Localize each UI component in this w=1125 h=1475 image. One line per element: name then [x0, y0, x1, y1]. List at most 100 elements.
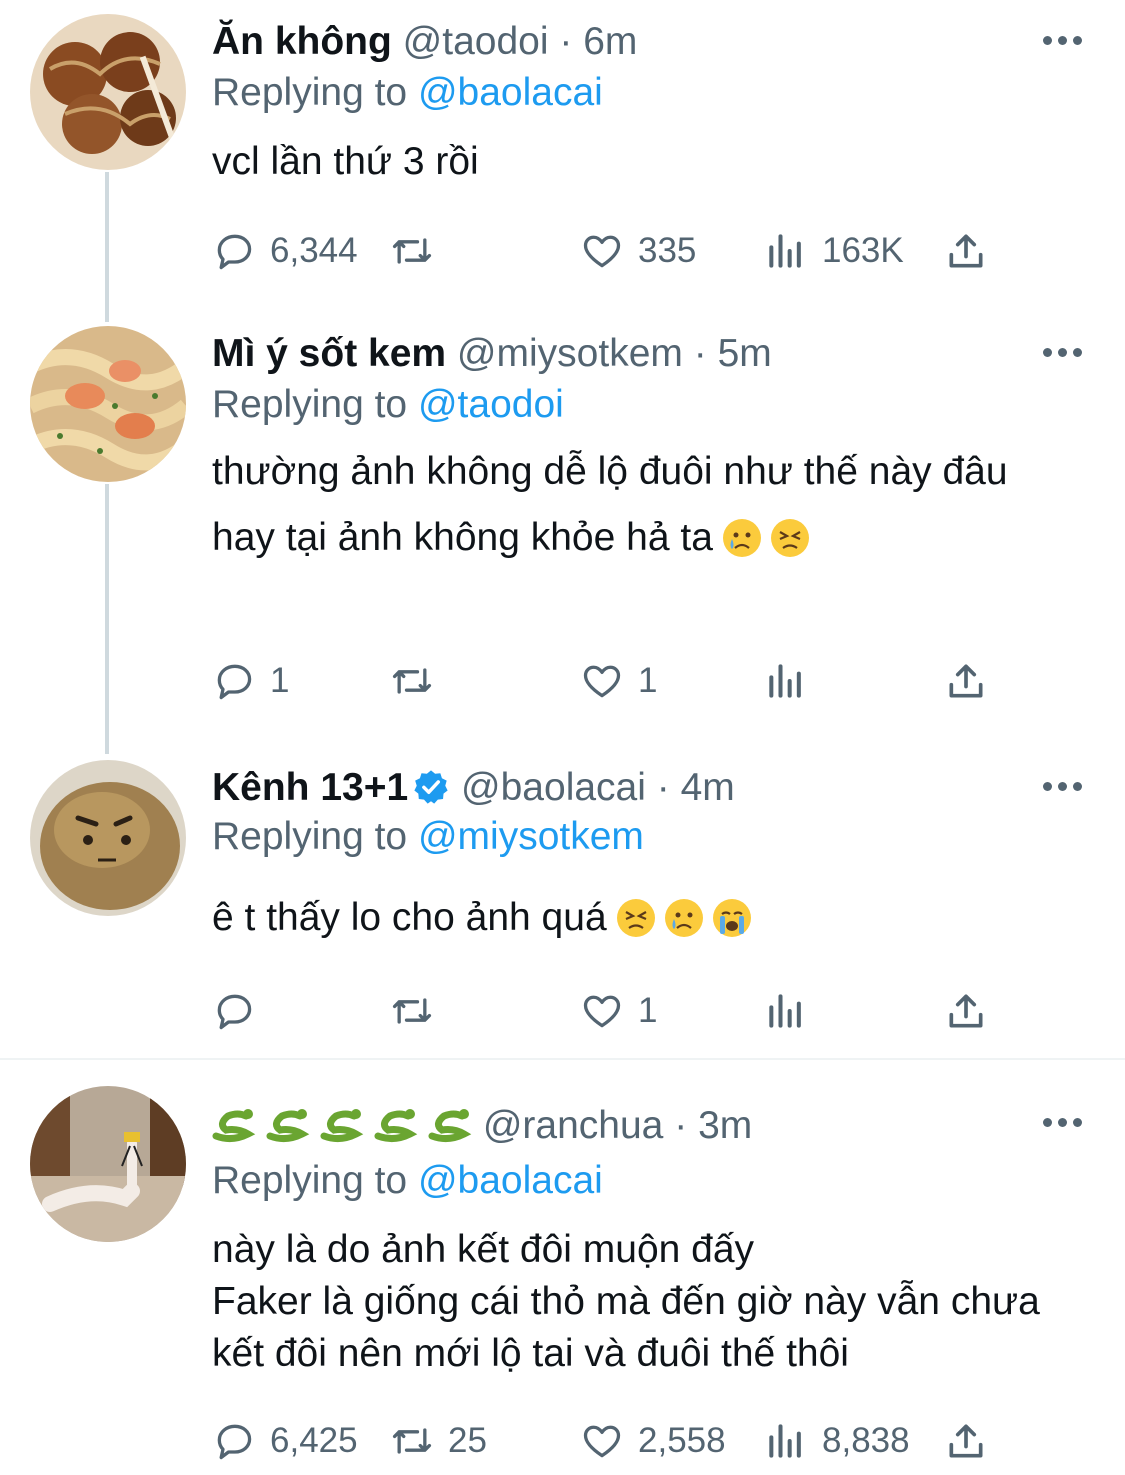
- more-options-icon[interactable]: [1043, 348, 1083, 360]
- tweet-text: này là do ảnh kết đôi muộn đấy Faker là …: [212, 1224, 1062, 1380]
- replying-to-prefix: Replying to: [212, 815, 418, 858]
- bar-chart-icon: [769, 664, 801, 698]
- display-name[interactable]: Mì ý sốt kem: [212, 332, 446, 375]
- avatar-miysotkem[interactable]: [30, 326, 186, 482]
- bar-chart-icon: [769, 994, 801, 1028]
- replying-to-mention[interactable]: @baolacai: [418, 1159, 603, 1202]
- tweet-header: Ăn không @taodoi · 6m: [212, 14, 637, 70]
- replying-to: Replying to @baolacai: [212, 1156, 603, 1206]
- verified-badge-icon: [414, 770, 448, 804]
- like-count: 1: [638, 661, 658, 700]
- tweet-header: @ranchua · 3m: [212, 1098, 752, 1154]
- persevering-face-emoji: [616, 899, 655, 937]
- avatar-taodoi[interactable]: [30, 14, 186, 170]
- replying-to: Replying to @taodoi: [212, 380, 564, 430]
- tweet-text-line: này là do ảnh kết đôi muộn đấy: [212, 1228, 755, 1271]
- timestamp[interactable]: 4m: [681, 766, 735, 809]
- user-handle[interactable]: @baolacai: [461, 766, 646, 809]
- reply-button[interactable]: 6,425: [212, 1416, 358, 1466]
- more-options-icon[interactable]: [1043, 36, 1083, 48]
- tweet-text: thường ảnh không dễ lộ đuôi như thế này …: [212, 446, 1042, 564]
- tweet-2[interactable]: Mì ý sốt kem @miysotkem · 5m Replying to…: [0, 326, 1125, 726]
- more-options-icon[interactable]: [1043, 1118, 1083, 1130]
- like-count: 1: [638, 991, 658, 1030]
- bar-chart-icon: [769, 234, 801, 268]
- reply-count: 6,344: [270, 231, 358, 270]
- tweet-text-line: hay tại ảnh không khỏe hả ta: [212, 512, 1042, 564]
- views-count: 163K: [822, 231, 904, 270]
- crying-face-emoji: [722, 519, 761, 557]
- timestamp[interactable]: 6m: [583, 20, 637, 63]
- more-options-icon[interactable]: [1043, 782, 1083, 794]
- tweet-text: ê t thấy lo cho ảnh quá: [212, 892, 1072, 944]
- tweet-3[interactable]: Kênh 13+1 @baolacai · 4m Replying to @mi…: [0, 760, 1125, 1050]
- replying-to: Replying to @baolacai: [212, 68, 603, 118]
- like-button[interactable]: 335: [580, 226, 696, 276]
- user-handle[interactable]: @miysotkem: [457, 332, 683, 375]
- views-count: 8,838: [822, 1421, 910, 1460]
- like-button[interactable]: 1: [580, 656, 657, 706]
- views-button[interactable]: [764, 986, 822, 1036]
- retweet-button[interactable]: [390, 656, 448, 706]
- tweet-text-line: Faker là giống cái thỏ mà đến giờ này vẫ…: [212, 1280, 1040, 1375]
- action-bar: 1: [212, 986, 1002, 1036]
- share-button[interactable]: [944, 656, 1002, 706]
- views-button[interactable]: [764, 656, 822, 706]
- reply-button[interactable]: 1: [212, 656, 289, 706]
- display-name[interactable]: Ăn không: [212, 20, 392, 63]
- separator-dot: ·: [559, 20, 573, 63]
- retweet-button[interactable]: [390, 986, 448, 1036]
- heart-icon: [583, 995, 621, 1028]
- share-upload-icon: [949, 234, 983, 268]
- tweet-1[interactable]: Ăn không @taodoi · 6m Replying to @baola…: [0, 14, 1125, 304]
- like-count: 335: [638, 231, 697, 270]
- share-upload-icon: [949, 1424, 983, 1458]
- replying-to-prefix: Replying to: [212, 383, 418, 426]
- like-count: 2,558: [638, 1421, 726, 1460]
- avatar-baolacai[interactable]: [30, 760, 186, 916]
- replying-to-mention[interactable]: @taodoi: [418, 383, 564, 426]
- reply-button[interactable]: [212, 986, 270, 1036]
- share-button[interactable]: [944, 226, 1002, 276]
- speech-bubble-icon: [217, 1424, 252, 1460]
- replying-to: Replying to @miysotkem: [212, 812, 644, 862]
- retweet-arrows-icon: [392, 238, 432, 264]
- replying-to-mention[interactable]: @miysotkem: [418, 815, 644, 858]
- user-handle[interactable]: @ranchua: [483, 1104, 664, 1147]
- share-button[interactable]: [944, 986, 1002, 1036]
- tweet-text: vcl lần thứ 3 rồi: [212, 136, 1072, 188]
- share-button[interactable]: [944, 1416, 1002, 1466]
- tweet-text-line: vcl lần thứ 3 rồi: [212, 140, 479, 183]
- replying-to-mention[interactable]: @baolacai: [418, 71, 603, 114]
- tweet-text-content: hay tại ảnh không khỏe hả ta: [212, 516, 713, 559]
- retweet-button[interactable]: 25: [390, 1416, 487, 1466]
- replying-to-prefix: Replying to: [212, 71, 418, 114]
- user-handle[interactable]: @taodoi: [403, 20, 549, 63]
- tweet-4[interactable]: @ranchua · 3m Replying to @baolacai này …: [0, 1086, 1125, 1470]
- like-button[interactable]: 2,558: [580, 1416, 726, 1466]
- views-button[interactable]: 8,838: [764, 1416, 910, 1466]
- reply-button[interactable]: 6,344: [212, 226, 358, 276]
- timestamp[interactable]: 3m: [698, 1104, 752, 1147]
- heart-icon: [583, 1425, 621, 1458]
- crying-face-emoji: [664, 899, 703, 937]
- snake-emoji-name[interactable]: [212, 1102, 472, 1160]
- reply-count: 1: [270, 661, 290, 700]
- heart-icon: [583, 235, 621, 268]
- views-button[interactable]: 163K: [764, 226, 904, 276]
- action-bar: 1 1: [212, 656, 1002, 706]
- action-bar: 6,344 335 163K: [212, 226, 1002, 276]
- separator-dot: ·: [656, 766, 670, 809]
- share-upload-icon: [949, 994, 983, 1028]
- loudly-crying-face-emoji: [712, 899, 751, 937]
- retweet-count: 25: [448, 1421, 487, 1460]
- display-name[interactable]: Kênh 13+1: [212, 766, 408, 809]
- avatar-ranchua[interactable]: [30, 1086, 186, 1242]
- retweet-button[interactable]: [390, 226, 448, 276]
- like-button[interactable]: 1: [580, 986, 657, 1036]
- speech-bubble-icon: [217, 994, 252, 1030]
- speech-bubble-icon: [217, 234, 252, 270]
- timestamp[interactable]: 5m: [718, 332, 772, 375]
- bar-chart-icon: [769, 1424, 801, 1458]
- retweet-arrows-icon: [392, 1428, 432, 1454]
